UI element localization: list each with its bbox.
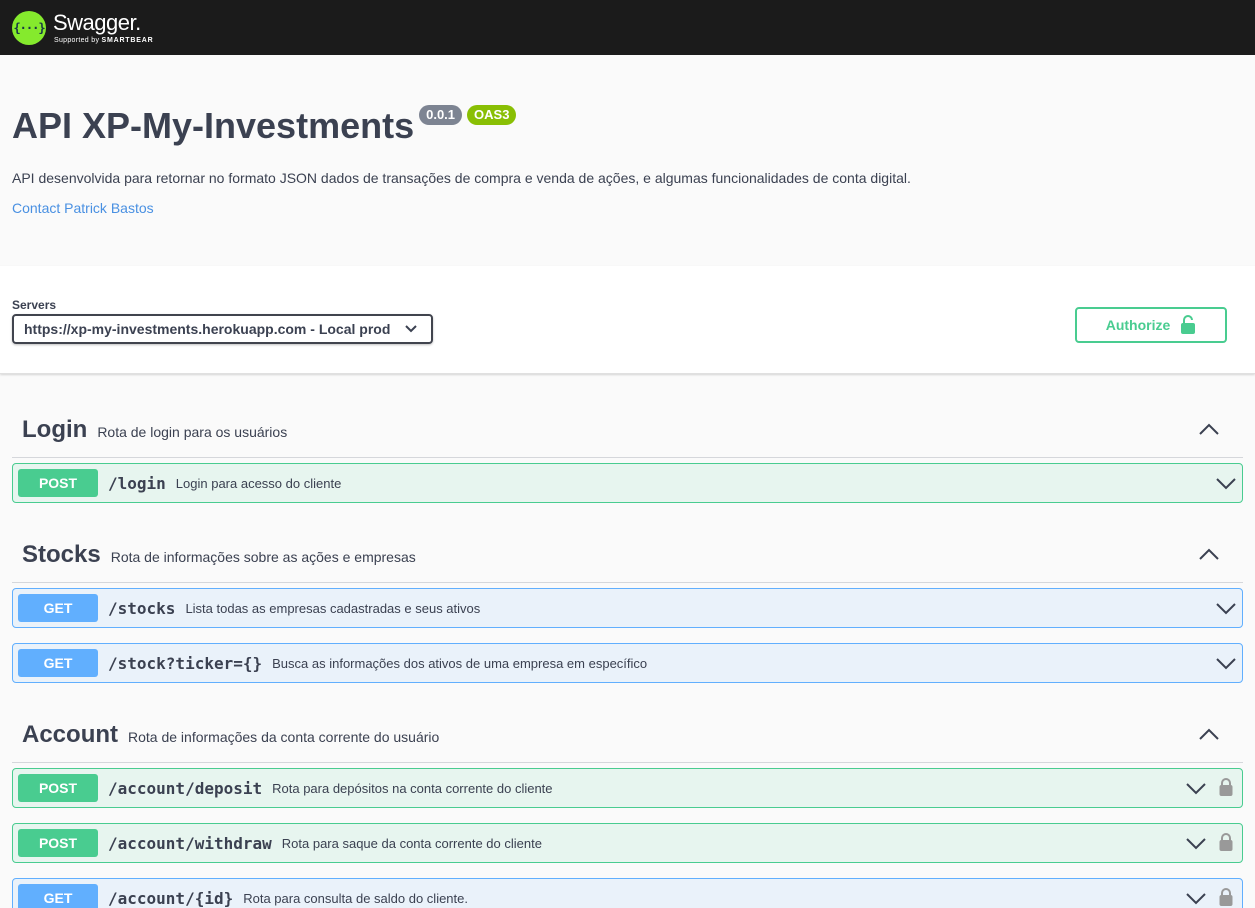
chevron-down-icon[interactable] (1216, 657, 1236, 670)
tag-name: Stocks (22, 541, 101, 568)
operation-summary: Busca as informações dos ativos de uma e… (272, 655, 648, 671)
server-select-value: https://xp-my-investments.herokuapp.com … (24, 321, 391, 337)
chevron-down-icon[interactable] (1216, 602, 1236, 615)
servers-label: Servers (12, 298, 57, 312)
tag-description: Rota de informações sobre as ações e emp… (110, 549, 416, 565)
logo-sub-prefix: Supported by (54, 36, 100, 44)
authorize-button[interactable]: Authorize (1075, 307, 1227, 343)
operation-path: /account/deposit (108, 778, 263, 798)
tags-list: Login Rota de login para os usuários POS… (0, 374, 1255, 908)
chevron-down-icon[interactable] (1186, 892, 1206, 905)
operation-summary: Lista todas as empresas cadastradas e se… (185, 600, 481, 616)
method-badge: GET (18, 649, 98, 677)
method-badge: POST (18, 774, 98, 802)
chevron-up-icon[interactable] (1199, 423, 1219, 435)
operation-post-account-withdraw[interactable]: POST /account/withdraw Rota para saque d… (12, 823, 1243, 863)
tag-name: Account (22, 721, 118, 748)
method-badge: POST (18, 829, 98, 857)
operation-path: /account/withdraw (108, 833, 272, 853)
lock-icon[interactable] (1219, 887, 1233, 907)
contact-link[interactable]: Contact Patrick Bastos (12, 200, 154, 216)
topbar: {···} Swagger. Supported by SMARTBEAR (0, 0, 1255, 55)
operation-get-stocks[interactable]: GET /stocks Lista todas as empresas cada… (12, 588, 1243, 628)
operation-get-account-id[interactable]: GET /account/{id} Rota para consulta de … (12, 878, 1243, 908)
oas-badge: OAS3 (467, 105, 517, 125)
operation-summary: Rota para consulta de saldo do cliente. (243, 890, 468, 906)
operation-summary: Login para acesso do cliente (175, 475, 342, 491)
page-title: API XP-My-Investments (12, 105, 415, 146)
method-badge: POST (18, 469, 98, 497)
tag-section-account: Account Rota de informações da conta cor… (12, 683, 1243, 908)
tag-section-stocks: Stocks Rota de informações sobre as açõe… (12, 503, 1243, 683)
api-info: API XP-My-Investments 0.0.1 OAS3 API des… (0, 55, 1255, 266)
tag-description: Rota de login para os usuários (97, 424, 288, 440)
chevron-up-icon[interactable] (1199, 728, 1219, 740)
operation-summary: Rota para saque da conta corrente do cli… (281, 835, 542, 851)
logo-sub-brand: SMARTBEAR (101, 36, 154, 44)
tag-name: Login (22, 416, 88, 443)
chevron-up-icon[interactable] (1199, 548, 1219, 560)
chevron-down-icon[interactable] (1186, 782, 1206, 795)
operation-path: /login (108, 473, 166, 493)
tag-header-account[interactable]: Account Rota de informações da conta cor… (12, 683, 1243, 763)
logo-name: Swagger. (53, 9, 141, 35)
tag-description: Rota de informações da conta corrente do… (128, 729, 440, 745)
chevron-down-icon[interactable] (1216, 477, 1236, 490)
authorize-label: Authorize (1105, 317, 1171, 333)
tag-header-stocks[interactable]: Stocks Rota de informações sobre as açõe… (12, 503, 1243, 583)
lock-icon[interactable] (1219, 777, 1233, 797)
unlock-icon (1181, 315, 1196, 334)
lock-icon[interactable] (1219, 832, 1233, 852)
server-select[interactable]: https://xp-my-investments.herokuapp.com … (12, 314, 433, 344)
tag-header-login[interactable]: Login Rota de login para os usuários (12, 374, 1243, 458)
operation-path: /stocks (108, 598, 176, 618)
scheme-container: Servers https://xp-my-investments.heroku… (0, 266, 1255, 374)
method-badge: GET (18, 594, 98, 622)
tag-section-login: Login Rota de login para os usuários POS… (12, 374, 1243, 503)
operation-post-login[interactable]: POST /login Login para acesso do cliente (12, 463, 1243, 503)
operation-post-account-deposit[interactable]: POST /account/deposit Rota para depósito… (12, 768, 1243, 808)
operation-summary: Rota para depósitos na conta corrente do… (272, 780, 553, 796)
api-description: API desenvolvida para retornar no format… (12, 170, 911, 186)
method-badge: GET (18, 884, 98, 908)
operation-get-stock-ticker[interactable]: GET /stock?ticker={} Busca as informaçõe… (12, 643, 1243, 683)
chevron-down-icon[interactable] (1186, 837, 1206, 850)
swagger-logo[interactable]: Swagger. Supported by SMARTBEAR (53, 9, 153, 44)
operation-path: /account/{id} (108, 888, 234, 908)
operation-path: /stock?ticker={} (108, 653, 263, 673)
swagger-logo-icon[interactable]: {···} (12, 10, 46, 45)
chevron-down-icon (405, 325, 417, 333)
logo-sub: Supported by SMARTBEAR (54, 37, 153, 44)
version-badge: 0.0.1 (419, 105, 463, 125)
